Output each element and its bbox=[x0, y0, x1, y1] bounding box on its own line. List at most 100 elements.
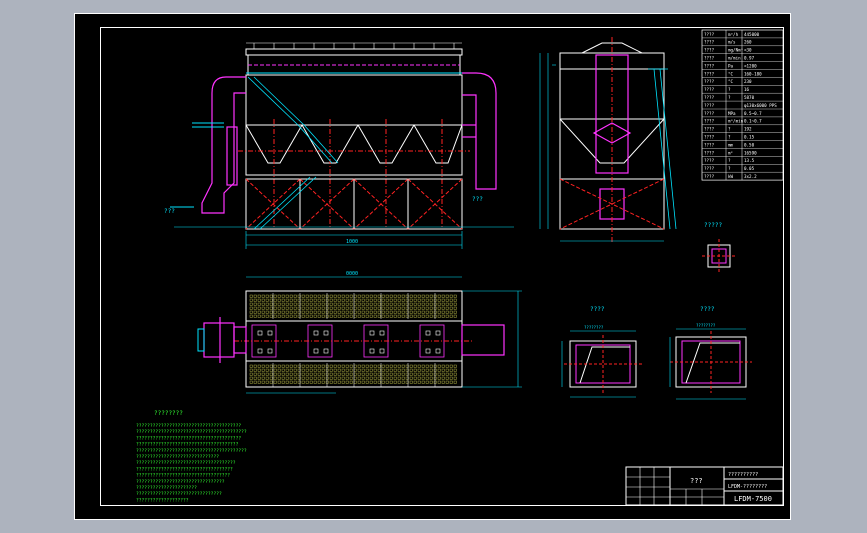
filter-bag bbox=[281, 380, 285, 384]
filter-bag bbox=[337, 310, 341, 314]
filter-bag bbox=[409, 302, 413, 306]
note-line: ???????????????????????????????????????? bbox=[136, 429, 247, 435]
filter-bag bbox=[409, 294, 413, 298]
filter-bag bbox=[253, 310, 257, 314]
filter-bag bbox=[449, 368, 453, 372]
filter-bag bbox=[441, 368, 445, 372]
filter-bag bbox=[389, 310, 393, 314]
filter-bag bbox=[337, 298, 341, 302]
filter-bag bbox=[401, 372, 405, 376]
spec-name: ???? bbox=[704, 63, 715, 68]
filter-bag bbox=[293, 372, 297, 376]
spec-unit: ? bbox=[728, 158, 731, 163]
filter-bag bbox=[385, 298, 389, 302]
filter-bag bbox=[305, 310, 309, 314]
filter-bag bbox=[261, 302, 265, 306]
filter-bag bbox=[377, 298, 381, 302]
filter-bag bbox=[377, 302, 381, 306]
filter-bag bbox=[385, 302, 389, 306]
filter-bag bbox=[253, 380, 257, 384]
spec-name: ???? bbox=[704, 40, 715, 45]
filter-bag bbox=[421, 306, 425, 310]
filter-bag bbox=[381, 380, 385, 384]
filter-bag bbox=[301, 380, 305, 384]
valve bbox=[435, 348, 441, 354]
spec-value: <30 bbox=[744, 48, 752, 53]
filter-bag bbox=[421, 298, 425, 302]
filter-bag bbox=[309, 376, 313, 380]
valve bbox=[435, 330, 441, 336]
note-line: ?????????????????????? bbox=[136, 485, 197, 491]
section-b-title: ???? bbox=[700, 306, 715, 313]
spec-name: ???? bbox=[704, 103, 715, 108]
filter-bag bbox=[289, 368, 293, 372]
filter-bag bbox=[341, 314, 345, 318]
filter-bag bbox=[301, 314, 305, 318]
filter-bag bbox=[301, 294, 305, 298]
filter-bag bbox=[285, 298, 289, 302]
filter-bag bbox=[381, 376, 385, 380]
filter-bag bbox=[373, 310, 377, 314]
valve bbox=[267, 348, 273, 354]
filter-bag bbox=[449, 294, 453, 298]
filter-bag bbox=[385, 314, 389, 318]
filter-bag bbox=[285, 364, 289, 368]
outlet-arrow-label: ??? bbox=[472, 196, 483, 203]
note-line: ??????????????????? bbox=[136, 497, 189, 503]
filter-bag bbox=[249, 294, 253, 298]
notes-title: ???????? bbox=[154, 410, 183, 417]
spec-name: ???? bbox=[704, 174, 715, 179]
filter-bag bbox=[337, 380, 341, 384]
filter-bag bbox=[357, 302, 361, 306]
filter-bag bbox=[269, 372, 273, 376]
filter-bag bbox=[305, 314, 309, 318]
spec-name: ???? bbox=[704, 166, 715, 171]
filter-bag bbox=[293, 306, 297, 310]
filter-bag bbox=[401, 302, 405, 306]
spec-value: 445000 bbox=[744, 32, 760, 37]
filter-bag bbox=[265, 294, 269, 298]
filter-bag bbox=[429, 294, 433, 298]
filter-bag bbox=[397, 376, 401, 380]
filter-bag bbox=[385, 376, 389, 380]
filter-bag bbox=[449, 306, 453, 310]
filter-bag bbox=[249, 306, 253, 310]
filter-bag bbox=[377, 376, 381, 380]
filter-bag bbox=[265, 314, 269, 318]
filter-bag bbox=[453, 298, 457, 302]
spec-value: 260 bbox=[744, 40, 752, 45]
filter-bag bbox=[381, 294, 385, 298]
filter-bag bbox=[389, 302, 393, 306]
filter-bag bbox=[277, 306, 281, 310]
filter-bag bbox=[301, 306, 305, 310]
filter-bag bbox=[329, 306, 333, 310]
filter-bag bbox=[429, 364, 433, 368]
filter-bag bbox=[321, 314, 325, 318]
filter-bag bbox=[365, 302, 369, 306]
filter-bag bbox=[293, 376, 297, 380]
filter-bag bbox=[413, 294, 417, 298]
filter-bag bbox=[449, 314, 453, 318]
spec-unit: m² bbox=[728, 150, 733, 155]
filter-bag bbox=[361, 376, 365, 380]
section-a-dim: ???????? bbox=[584, 325, 604, 330]
filter-bag bbox=[345, 302, 349, 306]
filter-bag bbox=[257, 314, 261, 318]
filter-bag bbox=[345, 364, 349, 368]
overall-length-dim: 1000 bbox=[346, 239, 358, 245]
filter-bag bbox=[337, 372, 341, 376]
filter-bag bbox=[329, 294, 333, 298]
filter-bag bbox=[453, 302, 457, 306]
filter-bag bbox=[333, 380, 337, 384]
filter-bag bbox=[349, 302, 353, 306]
filter-bag bbox=[445, 376, 449, 380]
filter-bag bbox=[337, 364, 341, 368]
valve bbox=[369, 348, 375, 354]
filter-bag bbox=[445, 368, 449, 372]
filter-bag bbox=[385, 380, 389, 384]
inlet-arrow-label: ??? bbox=[164, 208, 175, 215]
filter-bag bbox=[373, 298, 377, 302]
filter-bag bbox=[341, 372, 345, 376]
filter-bag bbox=[269, 380, 273, 384]
filter-bag bbox=[365, 380, 369, 384]
